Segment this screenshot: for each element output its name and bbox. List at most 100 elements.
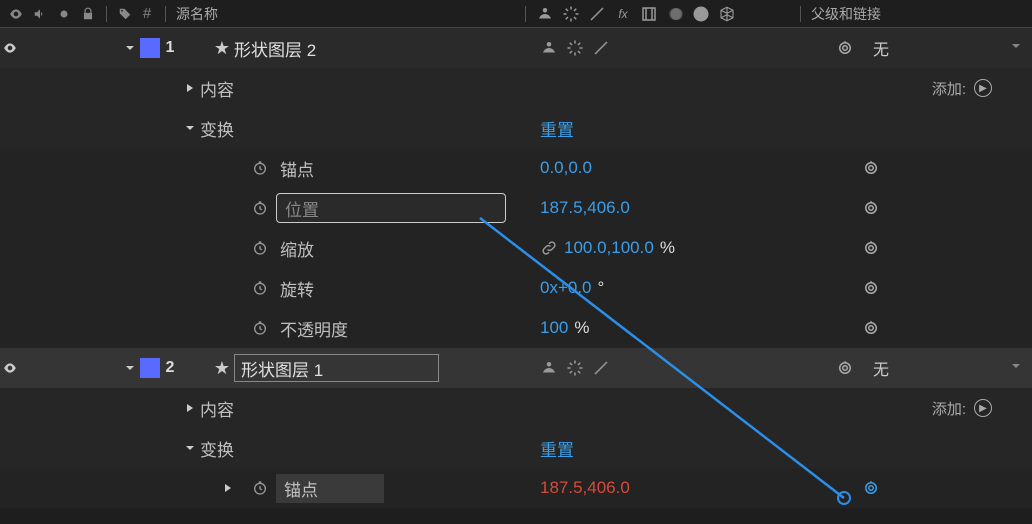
parent-value: 无: [873, 356, 889, 380]
property-label: 位置: [285, 196, 319, 221]
add-button[interactable]: ▶: [974, 79, 992, 97]
property-label: 锚点: [284, 476, 318, 501]
quality-icon[interactable]: [588, 5, 606, 23]
shy-icon[interactable]: [540, 39, 558, 57]
property-group-label: 变换: [200, 436, 234, 461]
pickwhip-icon[interactable]: [835, 38, 855, 58]
pickwhip-icon[interactable]: [861, 318, 881, 338]
expand-arrow-icon[interactable]: [218, 482, 238, 494]
reset-link[interactable]: 重置: [540, 116, 574, 141]
property-group-label: 变换: [200, 116, 234, 141]
property-row[interactable]: 位置 187.5,406.0: [0, 188, 1032, 228]
pickwhip-icon[interactable]: [861, 198, 881, 218]
property-label: 锚点: [280, 156, 314, 181]
chevron-down-icon: [1010, 359, 1022, 377]
label-color[interactable]: [140, 38, 160, 58]
property-group-label: 内容: [200, 76, 234, 101]
property-label: 缩放: [280, 236, 314, 261]
expand-arrow-icon[interactable]: [180, 442, 200, 454]
label-color[interactable]: [140, 358, 160, 378]
property-group-label: 内容: [200, 396, 234, 421]
pickwhip-icon[interactable]: [861, 278, 881, 298]
property-value[interactable]: 187.5,406.0: [540, 198, 630, 218]
collapse-icon[interactable]: [566, 39, 584, 57]
layer-name[interactable]: 形状图层 2: [234, 36, 316, 61]
lock-icon[interactable]: [80, 6, 96, 22]
stopwatch-icon[interactable]: [250, 198, 270, 218]
property-value[interactable]: 100: [540, 318, 568, 338]
quality-icon[interactable]: [592, 359, 610, 377]
property-selected-box[interactable]: 位置: [276, 193, 506, 223]
stopwatch-icon[interactable]: [250, 318, 270, 338]
eye-icon[interactable]: [2, 360, 18, 376]
parent-link-header[interactable]: 父级和链接: [811, 4, 881, 24]
layer-row[interactable]: 2 ★ 形状图层 1 无: [0, 348, 1032, 388]
property-suffix: °: [598, 278, 605, 298]
add-label: 添加:: [932, 398, 966, 419]
parent-value: 无: [873, 36, 889, 60]
pickwhip-icon[interactable]: [861, 238, 881, 258]
quality-icon[interactable]: [592, 39, 610, 57]
property-highlight-box[interactable]: 锚点: [276, 474, 384, 503]
motion-blur-icon[interactable]: [666, 5, 684, 23]
adjustment-icon[interactable]: [692, 5, 710, 23]
property-value[interactable]: 0x+0.0: [540, 278, 592, 298]
eye-icon[interactable]: [2, 40, 18, 56]
audio-icon[interactable]: [32, 6, 48, 22]
add-button[interactable]: ▶: [974, 399, 992, 417]
label-icon[interactable]: [117, 6, 133, 22]
expand-arrow-icon[interactable]: [120, 362, 140, 374]
property-value[interactable]: 0.0,0.0: [540, 158, 592, 178]
property-group-row[interactable]: 内容 添加: ▶: [0, 388, 1032, 428]
layer-row[interactable]: 1 ★ 形状图层 2 无: [0, 28, 1032, 68]
solo-icon[interactable]: [56, 6, 72, 22]
layer-index: 1: [160, 39, 180, 57]
property-row[interactable]: 缩放 100.0,100.0%: [0, 228, 1032, 268]
chevron-down-icon: [1010, 39, 1022, 57]
stopwatch-icon[interactable]: [250, 478, 270, 498]
property-row[interactable]: 旋转 0x+0.0°: [0, 268, 1032, 308]
stopwatch-icon[interactable]: [250, 278, 270, 298]
pickwhip-icon[interactable]: [835, 358, 855, 378]
frame-blend-icon[interactable]: [640, 5, 658, 23]
expand-arrow-icon[interactable]: [120, 42, 140, 54]
property-group-row[interactable]: 内容 添加: ▶: [0, 68, 1032, 108]
property-label: 不透明度: [280, 316, 348, 341]
expand-arrow-icon[interactable]: [180, 402, 200, 414]
constrain-link-icon[interactable]: [540, 239, 558, 257]
expand-arrow-icon[interactable]: [180, 122, 200, 134]
property-suffix: %: [574, 318, 589, 338]
star-icon: ★: [210, 358, 234, 379]
pickwhip-icon[interactable]: [861, 478, 881, 498]
property-group-row[interactable]: 变换 重置: [0, 428, 1032, 468]
expand-arrow-icon[interactable]: [180, 82, 200, 94]
property-row[interactable]: 不透明度 100%: [0, 308, 1032, 348]
layer-name: 形状图层 1: [241, 356, 323, 381]
collapse-icon[interactable]: [562, 5, 580, 23]
fx-icon[interactable]: fx: [614, 5, 632, 23]
column-header: # 源名称 fx 父级和链接: [0, 0, 1032, 28]
shy-icon[interactable]: [540, 359, 558, 377]
parent-dropdown[interactable]: 无: [863, 354, 1032, 382]
pickwhip-icon[interactable]: [861, 158, 881, 178]
property-row[interactable]: 锚点 187.5,406.0: [0, 468, 1032, 508]
star-icon: ★: [210, 38, 234, 59]
stopwatch-icon[interactable]: [250, 158, 270, 178]
reset-link[interactable]: 重置: [540, 436, 574, 461]
collapse-icon[interactable]: [566, 359, 584, 377]
layer-index: 2: [160, 359, 180, 377]
source-name-header[interactable]: 源名称: [176, 4, 218, 24]
layer-name-edit[interactable]: 形状图层 1: [234, 354, 439, 382]
shy-icon[interactable]: [536, 5, 554, 23]
add-label: 添加:: [932, 78, 966, 99]
property-value[interactable]: 187.5,406.0: [540, 478, 630, 498]
hash-icon[interactable]: #: [139, 6, 155, 22]
3d-icon[interactable]: [718, 5, 736, 23]
property-suffix: %: [660, 238, 675, 258]
stopwatch-icon[interactable]: [250, 238, 270, 258]
property-group-row[interactable]: 变换 重置: [0, 108, 1032, 148]
property-row[interactable]: 锚点 0.0,0.0: [0, 148, 1032, 188]
eye-icon[interactable]: [8, 6, 24, 22]
property-value[interactable]: 100.0,100.0: [564, 238, 654, 258]
parent-dropdown[interactable]: 无: [863, 34, 1032, 62]
